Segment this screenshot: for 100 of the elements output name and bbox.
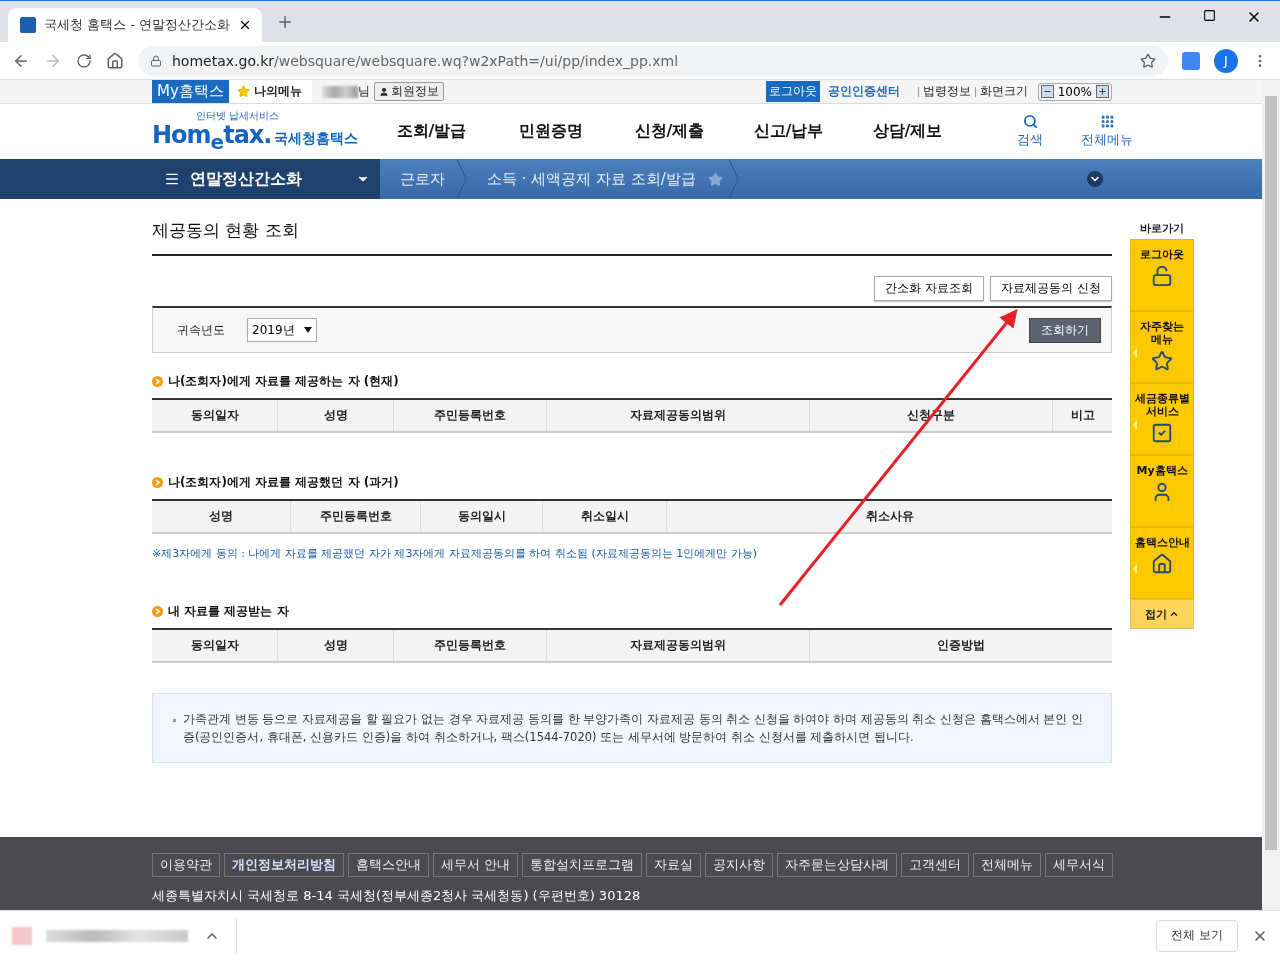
address-bar[interactable]: hometax.go.kr/websquare/websquare.wq?w2xPath=/ui/pp/index_pp.xml — [138, 45, 1168, 76]
star-icon — [236, 85, 250, 98]
section-title: 나(조회자)에게 자료를 제공했던 자 (과거) — [168, 474, 399, 491]
column-header: 동의일시 — [420, 501, 542, 532]
column-header: 주민등록번호 — [393, 400, 546, 431]
logout-button[interactable]: 로그아웃 — [765, 81, 820, 102]
favorite-star-icon[interactable] — [707, 171, 723, 187]
breadcrumb-item[interactable]: 소득 · 세액공제 자료 조회/발급 — [467, 159, 708, 199]
address-text: 세종특별자치시 국세청로 8-14 국세청(정부세종2청사 국세청동) (우편번호) 30128 — [152, 887, 642, 905]
name-suffix: 님 — [357, 83, 370, 100]
zoom-in-button[interactable] — [1096, 85, 1109, 98]
quick-menu-title: 바로가기 — [1140, 221, 1184, 236]
scrollbar[interactable] — [1262, 80, 1280, 910]
column-header: 주민등록번호 — [393, 630, 546, 661]
notice-text: 가족관계 변동 등으로 자료제공을 할 필요가 없는 경우 자료제공 동의를 한 부양가족이 자료제공 동의 취소 신청을 하여야 하며 제공동의 취소 신청은 홈택스에서 본인 인증(공인인증서, 휴대폰, 신용카드 인증)을 하여 취소하거나, 팩스(1544-7020) 또는 세무서에 방문하여 취소 신청서를 제출하시면 됩니다. — [152, 693, 1112, 763]
bookmark-icon[interactable] — [1140, 52, 1156, 69]
bullet-icon — [152, 477, 163, 488]
file-icon — [12, 926, 32, 945]
column-header: 성명 — [277, 630, 393, 661]
unlock-icon — [1151, 265, 1173, 287]
plus-icon — [1098, 87, 1107, 96]
nav-link[interactable]: 민원증명 — [491, 121, 610, 142]
profile-avatar[interactable]: J — [1214, 48, 1238, 73]
zoom-out-button[interactable] — [1040, 85, 1054, 98]
column-header: 취소일시 — [542, 501, 666, 532]
extension-icon[interactable] — [1182, 51, 1200, 70]
column-header: 인증방법 — [809, 630, 1112, 661]
hometax-logo[interactable]: 인터넷 납세서비스 Hom$_{e}$tax.국세청홈택스 — [152, 104, 372, 159]
action-button[interactable]: 간소화 자료조회 — [874, 276, 985, 301]
quick-menu-item[interactable]: 자주찾는 메뉴 — [1130, 311, 1194, 383]
section-title: 나(조회자)에게 자료를 제공하는 자 (현재) — [168, 373, 399, 390]
law-info-link[interactable]: 법령정보 — [922, 83, 971, 100]
nav-link[interactable]: 조회/발급 — [372, 121, 491, 142]
year-select[interactable]: 2019년 — [247, 318, 317, 342]
zoom-level: 100% — [1057, 84, 1092, 99]
nav-link[interactable]: 신고/납부 — [729, 121, 848, 142]
member-info-button[interactable]: 회원정보 — [373, 82, 444, 101]
quick-menu-item[interactable]: 홈택스안내 — [1130, 527, 1194, 599]
show-all-button[interactable]: 전체 보기 — [1156, 919, 1238, 952]
column-header: 성명 — [208, 508, 234, 525]
caret-icon — [1169, 609, 1179, 619]
section-title: 내 자료를 제공받는 자 — [168, 603, 289, 620]
tab-title: 국세청 홈택스 - 연말정산간소화 — [44, 16, 231, 34]
reload-icon[interactable] — [76, 52, 92, 69]
search-button[interactable]: 검색 — [1017, 114, 1043, 149]
quick-menu-item[interactable]: 세금종류별 서비스 — [1130, 383, 1194, 455]
maximize-icon[interactable] — [1203, 9, 1216, 22]
footer-link[interactable]: 개인정보처리방침 — [224, 853, 344, 877]
footer-link[interactable]: 자주묻는상담사례 — [777, 853, 898, 877]
year-label: 귀속년도 — [177, 321, 226, 339]
all-menu-button[interactable]: 전체메뉴 — [1081, 114, 1133, 149]
breadcrumb-item[interactable]: 근로자 — [380, 159, 457, 199]
footer-link[interactable]: 세무서 안내 — [433, 853, 519, 877]
star-icon — [1151, 350, 1173, 372]
search-icon — [1022, 114, 1038, 129]
bullet-icon — [152, 606, 163, 617]
footer-link[interactable]: 홈택스안내 — [348, 853, 429, 877]
blurred-name — [321, 85, 358, 98]
my-menu-link[interactable]: 나의메뉴 — [228, 80, 312, 103]
column-header: 자료제공동의범위 — [546, 400, 809, 431]
url-text: hometax.go.kr/websquare/websquare.wq?w2xPath=/ui/pp/index_pp.xml — [172, 52, 679, 69]
column-header: 비고 — [1052, 400, 1112, 431]
lock-icon — [150, 54, 162, 67]
breadcrumb-separator — [457, 159, 467, 199]
column-header: 동의일자 — [189, 407, 240, 424]
note-text: ※제3자에게 동의 : 나에게 자료를 제공했던 자가 제3자에게 자료제공동의를 하여 취소됨 (자료제공동의는 1인에게만 가능) — [152, 546, 758, 561]
bullet-icon — [152, 376, 163, 387]
fold-button[interactable]: 접기 — [1130, 599, 1194, 629]
action-button[interactable]: 자료제공동의 신청 — [990, 276, 1112, 301]
my-hometax-link[interactable]: My홈택스 — [152, 80, 229, 103]
footer-link[interactable]: 이용약관 — [152, 853, 220, 877]
checkbox-icon — [1151, 422, 1173, 444]
column-header: 동의일자 — [189, 637, 240, 654]
search-button[interactable]: 조회하기 — [1029, 317, 1101, 343]
person-icon — [378, 86, 389, 97]
breadcrumb-separator — [728, 159, 739, 199]
expand-button[interactable] — [1087, 171, 1103, 187]
quick-menu-item[interactable]: My홈택스 — [1130, 455, 1194, 527]
column-header: 자료제공동의범위 — [546, 630, 809, 661]
column-header: 취소사유 — [666, 501, 1112, 532]
footer-link[interactable]: 공지사항 — [705, 853, 774, 877]
footer-link[interactable]: 통합설치프로그램 — [522, 853, 643, 877]
nav-link[interactable]: 상담/제보 — [848, 121, 967, 142]
menu-selector[interactable]: 연말정산간소화 — [0, 159, 380, 199]
footer-link[interactable]: 전체메뉴 — [973, 853, 1042, 877]
menu-icon — [164, 171, 180, 187]
footer-link[interactable]: 자료실 — [646, 853, 702, 877]
browser-tab[interactable]: 국세청 홈택스 - 연말정산간소화 — [8, 8, 263, 42]
screen-size-label: 화면크기 — [979, 83, 1028, 100]
footer-link[interactable]: 세무서식 — [1045, 853, 1114, 877]
site-favicon — [20, 17, 36, 33]
footer-link[interactable]: 고객센터 — [901, 853, 970, 877]
cert-center-link[interactable]: 공인인증센터 — [827, 83, 900, 100]
grid-icon — [1099, 114, 1115, 129]
home-icon[interactable] — [106, 51, 124, 70]
quick-menu-item[interactable]: 로그아웃 — [1130, 239, 1194, 311]
nav-link[interactable]: 신청/제출 — [610, 121, 729, 142]
caret-icon — [304, 327, 312, 333]
house-icon — [1151, 553, 1173, 575]
column-header: 주민등록번호 — [290, 501, 420, 532]
